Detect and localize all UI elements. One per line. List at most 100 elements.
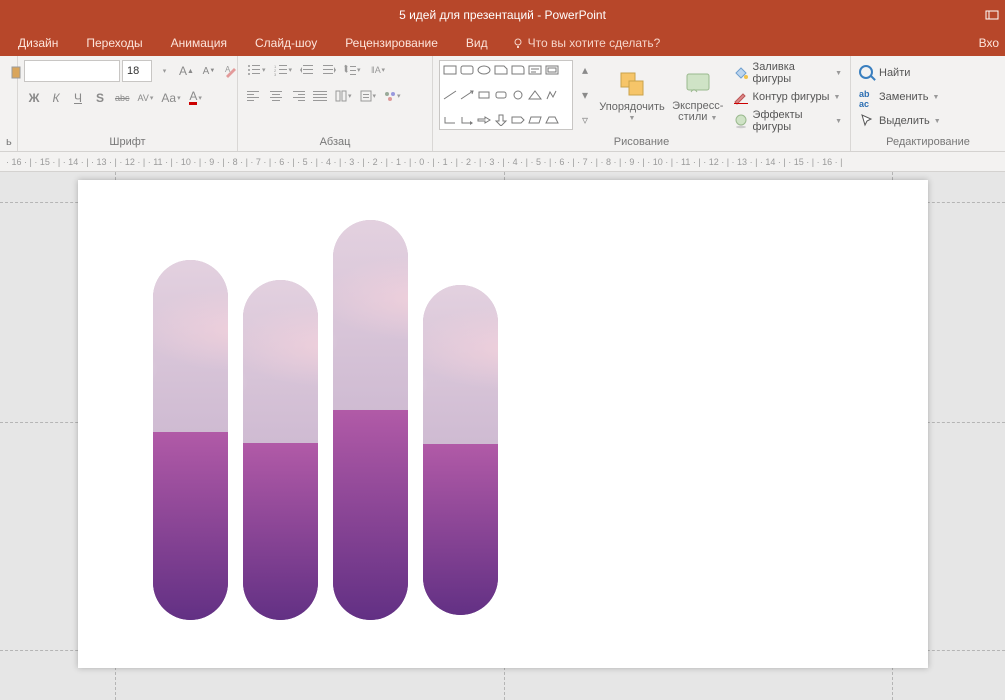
group-label-drawing: Рисование <box>439 134 844 151</box>
window-title: 5 идей для презентаций - PowerPoint <box>0 8 1005 22</box>
cursor-icon <box>859 113 875 129</box>
bold-button[interactable]: Ж <box>24 88 44 108</box>
tab-review[interactable]: Рецензирование <box>331 30 452 56</box>
shape-elbow-arrow-icon[interactable] <box>460 114 474 126</box>
strikethrough-button[interactable]: abc <box>112 88 133 108</box>
svg-text:A: A <box>225 65 231 74</box>
decrease-font-size[interactable]: A▼ <box>199 61 219 81</box>
shapes-scroll-down[interactable]: ▾ <box>575 85 595 105</box>
group-label-paragraph: Абзац <box>244 134 426 151</box>
tell-me-search[interactable]: Что вы хотите сделать? <box>502 36 661 50</box>
picture-capsule-1[interactable] <box>153 260 228 620</box>
group-label-font: Шрифт <box>24 134 231 151</box>
quick-styles-button[interactable]: Экспресс- стили ▼ <box>669 60 727 130</box>
shape-placeholder-icon[interactable] <box>545 64 559 76</box>
lightbulb-icon <box>512 37 524 49</box>
columns-button[interactable] <box>332 86 355 106</box>
font-size-dropdown[interactable] <box>154 61 174 81</box>
align-right[interactable] <box>288 86 308 106</box>
align-justify[interactable] <box>310 86 330 106</box>
italic-button[interactable]: К <box>46 88 66 108</box>
shape-line-icon[interactable] <box>443 89 457 101</box>
shape-rect-icon[interactable] <box>443 64 457 76</box>
select-label: Выделить <box>879 115 930 127</box>
shape-arrow-line-icon[interactable] <box>460 89 474 101</box>
replace-icon: abac <box>859 89 875 105</box>
slide[interactable] <box>78 180 928 668</box>
tab-view[interactable]: Вид <box>452 30 502 56</box>
align-center[interactable] <box>266 86 286 106</box>
shape-roundrect2-icon[interactable] <box>494 89 508 101</box>
window-buttons <box>985 8 999 22</box>
tab-slideshow[interactable]: Слайд-шоу <box>241 30 331 56</box>
shape-fill-button[interactable]: Заливка фигуры ▼ <box>731 62 844 84</box>
picture-capsule-4[interactable] <box>423 285 498 615</box>
shape-outline-label: Контур фигуры <box>753 91 830 103</box>
font-color-button[interactable]: A <box>186 88 206 108</box>
sign-in-partial[interactable]: Вхо <box>965 30 1005 56</box>
ribbon-display-options-icon[interactable] <box>985 8 999 22</box>
find-icon <box>859 65 875 81</box>
effects-icon <box>733 113 749 129</box>
font-size-input[interactable] <box>122 60 152 82</box>
group-paragraph: 123 ‖A Абзац <box>238 56 433 151</box>
shape-textbox-icon[interactable] <box>528 64 542 76</box>
replace-label: Заменить <box>879 91 928 103</box>
tab-animation[interactable]: Анимация <box>157 30 241 56</box>
shape-outline-button[interactable]: Контур фигуры ▼ <box>731 86 844 108</box>
underline-button[interactable]: Ч <box>68 88 88 108</box>
change-case-button[interactable]: Aa <box>158 88 183 108</box>
picture-capsule-3[interactable] <box>333 220 408 620</box>
ribbon: ь A▲ A▼ A Ж К Ч S <box>0 56 1005 152</box>
group-editing: Найти abac Заменить ▼ Выделить ▼ Редакти… <box>851 56 1005 151</box>
shape-freeform-icon[interactable] <box>545 89 559 101</box>
shape-ellipse-icon[interactable] <box>477 64 491 76</box>
smartart-convert[interactable] <box>381 86 404 106</box>
slide-canvas-area[interactable] <box>0 172 1005 700</box>
increase-indent[interactable] <box>319 60 339 80</box>
font-name-input[interactable] <box>24 60 120 82</box>
shape-block-arrow-icon[interactable] <box>477 114 491 126</box>
shape-pentagon-icon[interactable] <box>511 114 525 126</box>
char-spacing-button[interactable]: AV <box>135 88 157 108</box>
shape-snip-rect-icon[interactable] <box>494 64 508 76</box>
group-font: A▲ A▼ A Ж К Ч S abc AV Aa A <box>18 56 238 151</box>
shape-roundrect-icon[interactable] <box>460 64 474 76</box>
shape-triangle-icon[interactable] <box>528 89 542 101</box>
arrange-icon <box>617 69 647 99</box>
text-direction[interactable]: ‖A <box>366 60 389 80</box>
quick-styles-icon <box>683 68 713 98</box>
group-label-editing: Редактирование <box>857 134 999 151</box>
group-drawing: ▴ ▾ ▿ Упорядочить ▼ Экс <box>433 56 851 151</box>
numbering-button[interactable]: 123 <box>271 60 296 80</box>
decrease-indent[interactable] <box>297 60 317 80</box>
shape-rect2-icon[interactable] <box>477 89 491 101</box>
shape-elbow-icon[interactable] <box>443 114 457 126</box>
shape-rounded-one-icon[interactable] <box>511 64 525 76</box>
shape-parallelogram-icon[interactable] <box>528 114 542 126</box>
select-button[interactable]: Выделить ▼ <box>857 110 943 132</box>
text-shadow-button[interactable]: S <box>90 88 110 108</box>
find-button[interactable]: Найти <box>857 62 943 84</box>
replace-button[interactable]: abac Заменить ▼ <box>857 86 943 108</box>
shapes-expand[interactable]: ▿ <box>575 110 595 130</box>
shapes-scroll-up[interactable]: ▴ <box>575 60 595 80</box>
shape-trapezoid-icon[interactable] <box>545 114 559 126</box>
shape-circle-icon[interactable] <box>511 89 525 101</box>
arrange-button[interactable]: Упорядочить ▼ <box>599 60 665 130</box>
bullets-button[interactable] <box>244 60 269 80</box>
bucket-icon <box>733 65 749 81</box>
shape-effects-button[interactable]: Эффекты фигуры ▼ <box>731 110 844 132</box>
picture-capsule-2[interactable] <box>243 280 318 620</box>
shape-down-arrow-icon[interactable] <box>494 114 508 126</box>
increase-font-size[interactable]: A▲ <box>176 61 197 81</box>
horizontal-ruler[interactable]: · 16 · | · 15 · | · 14 · | · 13 · | · 12… <box>0 152 1005 172</box>
align-text-vertical[interactable] <box>357 86 380 106</box>
tab-design[interactable]: Дизайн <box>4 30 72 56</box>
align-left[interactable] <box>244 86 264 106</box>
titlebar: 5 идей для презентаций - PowerPoint <box>0 0 1005 30</box>
shapes-gallery[interactable]: ▴ ▾ ▿ <box>439 60 595 130</box>
group-label-clipboard: ь <box>6 134 11 151</box>
tab-transitions[interactable]: Переходы <box>72 30 156 56</box>
line-spacing[interactable] <box>341 60 364 80</box>
